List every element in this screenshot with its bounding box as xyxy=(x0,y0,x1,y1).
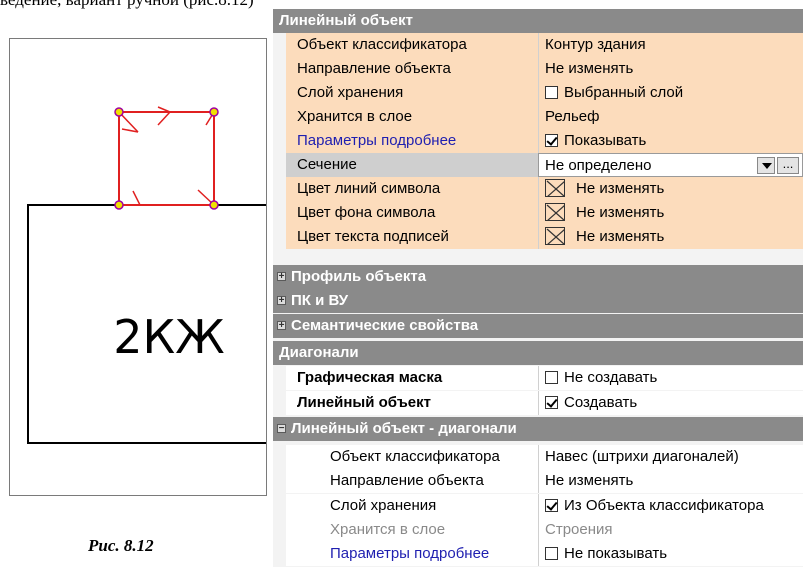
group-title: ПК и ВУ xyxy=(291,292,349,309)
prop-row-graphic-mask[interactable]: Графическая маска Не создавать xyxy=(273,366,803,390)
group-pk-vu[interactable]: + ПК и ВУ xyxy=(273,289,803,313)
prop-name: Цвет фона символа xyxy=(286,201,538,225)
checkbox-label: Не создавать xyxy=(564,369,658,386)
expand-plus-icon[interactable]: + xyxy=(277,272,286,282)
group-title: Профиль объекта xyxy=(291,268,427,285)
page-text-fragment: ведение, вариант ручной (рис.8.12) xyxy=(0,0,254,10)
prop-value-cell: Не изменять xyxy=(538,177,803,201)
prop-row-classifier-object[interactable]: Объект классификатора Контур здания xyxy=(273,33,803,57)
color-label: Не изменять xyxy=(576,204,665,221)
prop-name: Объект классификатора xyxy=(286,33,538,57)
prop-value-cell: Не создавать xyxy=(538,366,803,390)
prop-name: Цвет текста подписей xyxy=(286,225,538,249)
prop-value[interactable]: Рельеф xyxy=(538,105,803,129)
checkbox-label: Выбранный слой xyxy=(564,84,684,101)
prop-row-linear-object[interactable]: Линейный объект Создавать xyxy=(273,391,803,415)
section-header-linear-object[interactable]: Линейный объект xyxy=(273,9,803,33)
drawing-figure: 2КЖ xyxy=(9,38,267,496)
checkbox-label: Создавать xyxy=(564,394,638,411)
color-label: Не изменять xyxy=(576,180,665,197)
prop-value[interactable]: Контур здания xyxy=(538,33,803,57)
prop-name: Хранится в слое xyxy=(286,105,538,129)
color-swatch-icon[interactable] xyxy=(545,203,565,221)
prop-value-cell: Не изменять xyxy=(538,225,803,249)
properties-panel: Линейный объект Объект классификатора Ко… xyxy=(273,9,803,567)
prop-value[interactable]: Не изменять xyxy=(538,57,803,81)
prop-value-cell: Не изменять xyxy=(538,201,803,225)
prop-row-object-direction[interactable]: Направление объекта Не изменять xyxy=(273,57,803,81)
prop-name: Слой хранения xyxy=(286,81,538,105)
ellipsis-button[interactable]: ... xyxy=(777,157,799,174)
prop-row-diag-storage-layer[interactable]: Слой хранения Из Объекта классификатора xyxy=(273,494,803,518)
prop-row-diag-classifier-object[interactable]: Объект классификатора Навес (штрихи диаг… xyxy=(273,445,803,469)
prop-value-cell: Не показывать xyxy=(538,542,803,566)
prop-name: Хранится в слое xyxy=(286,518,538,542)
color-label: Не изменять xyxy=(576,228,665,245)
section-select[interactable]: Не определено ... xyxy=(538,153,803,177)
checkbox-label: Показывать xyxy=(564,132,647,149)
group-object-profile[interactable]: + Профиль объекта xyxy=(273,265,803,289)
prop-name: Цвет линий символа xyxy=(286,177,538,201)
expand-plus-icon[interactable]: + xyxy=(277,296,286,306)
prop-row-diag-detailed-params[interactable]: Параметры подробнее Не показывать xyxy=(273,542,803,566)
prop-row-symbol-background-color[interactable]: Цвет фона символа Не изменять xyxy=(273,201,803,225)
prop-name: Направление объекта xyxy=(286,469,538,493)
prop-value: Строения xyxy=(538,518,803,542)
prop-value-cell: Из Объекта классификатора xyxy=(538,494,803,518)
prop-name: Линейный объект xyxy=(286,391,538,415)
color-swatch-icon[interactable] xyxy=(545,179,565,197)
prop-row-label-text-color[interactable]: Цвет текста подписей Не изменять xyxy=(273,225,803,249)
prop-value-cell: Выбранный слой xyxy=(538,81,803,105)
prop-row-detailed-params[interactable]: Параметры подробнее Показывать xyxy=(273,129,803,153)
figure-label: 2КЖ xyxy=(113,310,224,364)
expand-plus-icon[interactable]: + xyxy=(277,321,286,331)
prop-name: Сечение xyxy=(286,153,538,177)
group-semantic-properties[interactable]: + Семантические свойства xyxy=(273,314,803,338)
prop-name: Направление объекта xyxy=(286,57,538,81)
from-classifier-checkbox[interactable] xyxy=(545,499,558,512)
show-params-checkbox[interactable] xyxy=(545,134,558,147)
prop-name: Параметры подробнее xyxy=(286,129,538,153)
prop-value[interactable]: Навес (штрихи диагоналей) xyxy=(538,445,803,469)
collapse-minus-icon[interactable]: − xyxy=(277,424,286,434)
prop-name: Параметры подробнее xyxy=(286,542,538,566)
color-swatch-icon[interactable] xyxy=(545,227,565,245)
prop-row-stored-in-layer[interactable]: Хранится в слое Рельеф xyxy=(273,105,803,129)
checkbox-label: Из Объекта классификатора xyxy=(564,497,764,514)
linear-object-checkbox[interactable] xyxy=(545,396,558,409)
group-title: Линейный объект - диагонали xyxy=(291,420,517,437)
graphic-mask-checkbox[interactable] xyxy=(545,371,558,384)
show-diag-params-checkbox[interactable] xyxy=(545,547,558,560)
dropdown-arrow-icon[interactable] xyxy=(757,157,775,174)
selected-layer-checkbox[interactable] xyxy=(545,86,558,99)
prop-value-cell: Создавать xyxy=(538,391,803,415)
prop-row-symbol-line-color[interactable]: Цвет линий символа Не изменять xyxy=(273,177,803,201)
prop-name: Объект классификатора xyxy=(286,445,538,469)
building-contour-drawing: 2КЖ xyxy=(27,106,266,444)
prop-row-storage-layer[interactable]: Слой хранения Выбранный слой xyxy=(273,81,803,105)
prop-row-diag-stored-in-layer[interactable]: Хранится в слое Строения xyxy=(273,518,803,542)
figure-caption: Рис. 8.12 xyxy=(88,536,154,555)
section-header-diagonals[interactable]: Диагонали xyxy=(273,341,803,365)
prop-row-section[interactable]: Сечение Не определено ... xyxy=(273,153,803,177)
prop-name: Слой хранения xyxy=(286,494,538,518)
select-value: Не определено xyxy=(545,157,652,174)
prop-row-diag-direction[interactable]: Направление объекта Не изменять xyxy=(273,469,803,493)
group-title: Семантические свойства xyxy=(291,317,479,334)
group-linear-object-diagonals[interactable]: − Линейный объект - диагонали xyxy=(273,417,803,441)
prop-value-cell: Показывать xyxy=(538,129,803,153)
prop-name: Графическая маска xyxy=(286,366,538,390)
checkbox-label: Не показывать xyxy=(564,545,668,562)
prop-value[interactable]: Не изменять xyxy=(538,469,803,493)
